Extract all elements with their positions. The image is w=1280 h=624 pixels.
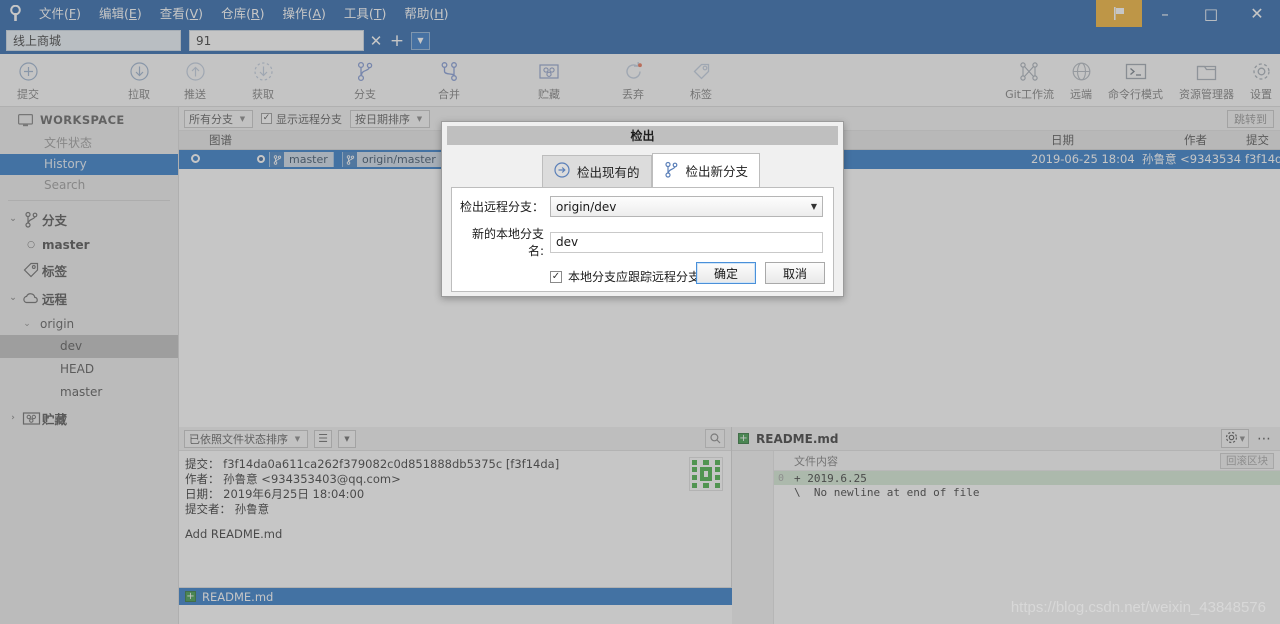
- checkbox-box: ✓: [550, 270, 562, 283]
- branch-icon: [664, 161, 679, 181]
- tab-checkout-new-branch[interactable]: 检出新分支: [651, 153, 761, 187]
- new-branch-input[interactable]: dev: [550, 231, 823, 253]
- remote-branch-value: origin/dev: [556, 199, 617, 214]
- dialog-tabs: 检出现有的 检出新分支: [542, 153, 843, 187]
- dialog-buttons: 确定 取消: [696, 262, 825, 284]
- ok-button[interactable]: 确定: [696, 262, 756, 284]
- new-branch-row: 新的本地分支名: dev: [460, 225, 823, 259]
- new-branch-label: 新的本地分支名:: [471, 227, 544, 258]
- checkout-arrow-icon: [554, 162, 570, 181]
- dialog-body: 检出远程分支： origin/dev ▼ 新的本地分支名: dev ✓ 本地分支…: [451, 187, 834, 292]
- remote-branch-label: 检出远程分支：: [460, 200, 545, 214]
- dialog-title: 检出: [447, 126, 838, 145]
- checkout-dialog: 检出 检出现有的 检出新分支 检出远程分支： origin/dev ▼ 新的本地…: [441, 121, 844, 297]
- watermark-text: https://blog.csdn.net/weixin_43848576: [1010, 599, 1266, 616]
- modal-scrim: [0, 0, 1280, 624]
- tab-checkout-existing[interactable]: 检出现有的: [542, 155, 652, 187]
- application-window: 文件(F) 编辑(E) 查看(V) 仓库(R) 操作(A) 工具(T) 帮助(H…: [0, 0, 1280, 624]
- remote-branch-row: 检出远程分支： origin/dev ▼: [460, 196, 823, 217]
- track-remote-label: 本地分支应跟踪远程分支: [568, 270, 701, 284]
- chevron-down-icon: ▼: [810, 202, 817, 211]
- remote-branch-dropdown[interactable]: origin/dev ▼: [550, 196, 823, 217]
- cancel-button[interactable]: 取消: [765, 262, 825, 284]
- tab-checkout-new-branch-label: 检出新分支: [685, 164, 749, 179]
- tab-checkout-existing-label: 检出现有的: [577, 165, 640, 180]
- new-branch-value: dev: [556, 235, 579, 249]
